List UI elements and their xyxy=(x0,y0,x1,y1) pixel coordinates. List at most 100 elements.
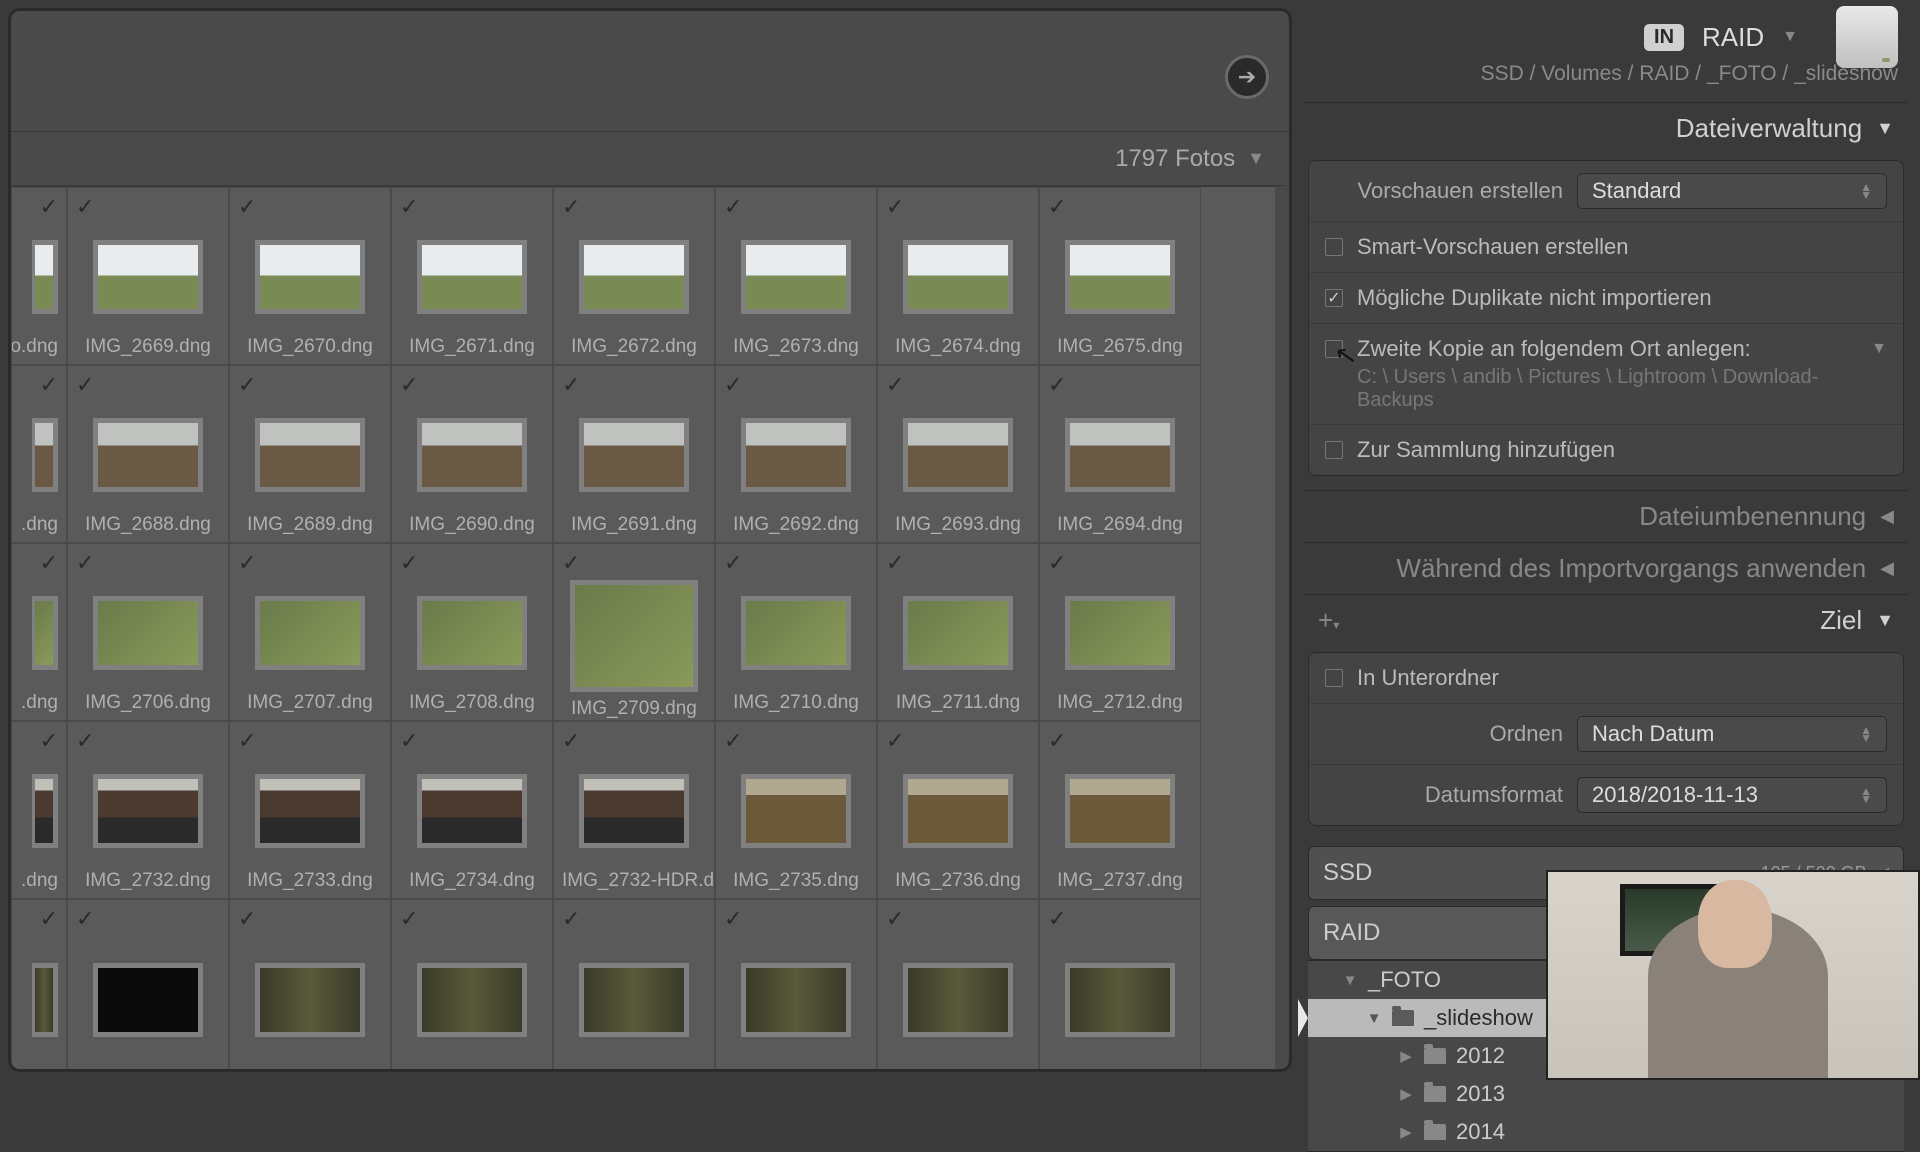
checkmark-icon[interactable]: ✓ xyxy=(238,372,382,398)
thumbnail-cell[interactable]: ✓ xyxy=(715,899,877,1069)
checkmark-icon[interactable]: ✓ xyxy=(238,194,382,220)
thumbnail-cell[interactable]: ✓ IMG_2735.dng xyxy=(715,721,877,899)
checkmark-icon[interactable]: ✓ xyxy=(76,194,220,220)
checkmark-icon[interactable]: ✓ xyxy=(562,906,706,932)
thumbnail-cell-partial[interactable]: ✓ no.dng xyxy=(11,187,67,365)
thumbnail-cell[interactable]: ✓ IMG_2690.dng xyxy=(391,365,553,543)
thumbnail-cell-partial[interactable]: ✓ .dng xyxy=(11,543,67,721)
checkmark-icon[interactable]: ✓ xyxy=(238,728,382,754)
checkmark-icon[interactable]: ✓ xyxy=(724,906,868,932)
thumbnail-cell-partial[interactable]: ✓ .dng xyxy=(11,721,67,899)
checkmark-icon[interactable]: ✓ xyxy=(76,372,220,398)
disclosure-triangle-icon[interactable]: ▶ xyxy=(1398,1085,1414,1103)
thumbnail-cell[interactable]: ✓ IMG_2711.dng xyxy=(877,543,1039,721)
section-file-renaming[interactable]: Dateiumbenennung ◀ xyxy=(1304,490,1908,542)
thumbnail-cell[interactable]: ✓ IMG_2671.dng xyxy=(391,187,553,365)
checkmark-icon[interactable]: ✓ xyxy=(400,728,544,754)
checkmark-icon[interactable]: ✓ xyxy=(1048,728,1192,754)
disclosure-triangle-icon[interactable]: ▶ xyxy=(1398,1123,1414,1141)
thumbnail-cell[interactable]: ✓ IMG_2712.dng xyxy=(1039,543,1201,721)
disclosure-triangle-icon[interactable]: ▼ xyxy=(1366,1010,1382,1027)
checkmark-icon[interactable]: ✓ xyxy=(562,550,706,576)
thumbnail-cell[interactable]: ✓ IMG_2736.dng xyxy=(877,721,1039,899)
thumbnail-cell[interactable]: ✓ IMG_2691.dng xyxy=(553,365,715,543)
checkmark-icon[interactable]: ✓ xyxy=(400,550,544,576)
checkmark-icon[interactable]: ✓ xyxy=(886,728,1030,754)
checkmark-icon[interactable]: ✓ xyxy=(76,550,220,576)
thumbnail-cell[interactable]: ✓ IMG_2670.dng xyxy=(229,187,391,365)
thumbnail-cell[interactable]: ✓ IMG_2694.dng xyxy=(1039,365,1201,543)
section-destination[interactable]: +▾ Ziel ▼ xyxy=(1304,594,1908,646)
thumbnail-cell[interactable]: ✓ IMG_2734.dng xyxy=(391,721,553,899)
thumbnail-cell[interactable]: ✓ IMG_2737.dng xyxy=(1039,721,1201,899)
checkmark-icon[interactable]: ✓ xyxy=(40,550,58,576)
checkmark-icon[interactable]: ✓ xyxy=(76,728,220,754)
thumbnail-cell[interactable]: ✓ IMG_2673.dng xyxy=(715,187,877,365)
thumbnail-cell[interactable]: ✓ IMG_2674.dng xyxy=(877,187,1039,365)
thumbnail-cell[interactable]: ✓ IMG_2709.dng xyxy=(553,543,715,721)
checkmark-icon[interactable]: ✓ xyxy=(724,728,868,754)
thumbnail-cell[interactable]: ✓ IMG_2708.dng xyxy=(391,543,553,721)
thumbnail-cell[interactable]: ✓ xyxy=(391,899,553,1069)
thumbnail-cell[interactable]: ✓ IMG_2672.dng xyxy=(553,187,715,365)
tree-folder-2014[interactable]: ▶ 2014 xyxy=(1308,1113,1904,1151)
thumbnail-cell[interactable]: ✓ IMG_2693.dng xyxy=(877,365,1039,543)
tree-folder-2013[interactable]: ▶ 2013 xyxy=(1308,1075,1904,1113)
second-copy-checkbox[interactable] xyxy=(1325,340,1343,358)
checkmark-icon[interactable]: ✓ xyxy=(238,550,382,576)
checkmark-icon[interactable]: ✓ xyxy=(886,372,1030,398)
thumbnail-cell[interactable]: ✓ xyxy=(553,899,715,1069)
checkmark-icon[interactable]: ✓ xyxy=(562,194,706,220)
add-icon[interactable]: +▾ xyxy=(1318,605,1339,636)
checkmark-icon[interactable]: ✓ xyxy=(724,372,868,398)
organize-select[interactable]: Nach Datum ▲▼ xyxy=(1577,716,1887,752)
checkmark-icon[interactable]: ✓ xyxy=(1048,906,1192,932)
checkmark-icon[interactable]: ✓ xyxy=(40,372,58,398)
add-to-collection-checkbox[interactable] xyxy=(1325,441,1343,459)
thumbnail-cell[interactable]: ✓ IMG_2710.dng xyxy=(715,543,877,721)
checkmark-icon[interactable]: ✓ xyxy=(886,906,1030,932)
thumbnail-cell[interactable]: ✓ IMG_2675.dng xyxy=(1039,187,1201,365)
thumbnail-cell[interactable]: ✓ xyxy=(229,899,391,1069)
checkmark-icon[interactable]: ✓ xyxy=(40,728,58,754)
checkmark-icon[interactable]: ✓ xyxy=(400,372,544,398)
checkmark-icon[interactable]: ✓ xyxy=(400,906,544,932)
checkmark-icon[interactable]: ✓ xyxy=(724,550,868,576)
thumbnail-cell[interactable]: ✓ xyxy=(877,899,1039,1069)
section-apply-during-import[interactable]: Während des Importvorgangs anwenden ◀ xyxy=(1304,542,1908,594)
thumbnail-cell[interactable]: ✓ IMG_2707.dng xyxy=(229,543,391,721)
next-arrow-button[interactable]: ➔ xyxy=(1225,55,1269,99)
build-previews-select[interactable]: Standard ▲▼ xyxy=(1577,173,1887,209)
thumbnail-cell[interactable]: ✓ IMG_2706.dng xyxy=(67,543,229,721)
checkmark-icon[interactable]: ✓ xyxy=(724,194,868,220)
no-duplicates-checkbox[interactable] xyxy=(1325,289,1343,307)
chevron-down-icon[interactable]: ▼ xyxy=(1247,148,1265,169)
checkmark-icon[interactable]: ✓ xyxy=(1048,372,1192,398)
thumbnail-cell[interactable]: ✓ xyxy=(1039,899,1201,1069)
checkmark-icon[interactable]: ✓ xyxy=(76,906,220,932)
checkmark-icon[interactable]: ✓ xyxy=(400,194,544,220)
dateformat-select[interactable]: 2018/2018-11-13 ▲▼ xyxy=(1577,777,1887,813)
checkmark-icon[interactable]: ✓ xyxy=(886,550,1030,576)
thumbnail-grid-scroll[interactable]: ✓ no.dng✓ IMG_2669.dng✓ IMG_2670.dng✓ IM… xyxy=(11,185,1289,1069)
thumbnail-cell-partial[interactable]: ✓ .dng xyxy=(11,365,67,543)
thumbnail-cell[interactable]: ✓ IMG_2692.dng xyxy=(715,365,877,543)
checkmark-icon[interactable]: ✓ xyxy=(40,194,58,220)
thumbnail-cell[interactable]: ✓ IMG_2733.dng xyxy=(229,721,391,899)
thumbnail-cell[interactable]: ✓ IMG_2669.dng xyxy=(67,187,229,365)
checkmark-icon[interactable]: ✓ xyxy=(1048,194,1192,220)
checkmark-icon[interactable]: ✓ xyxy=(886,194,1030,220)
thumbnail-cell-partial[interactable]: ✓ xyxy=(11,899,67,1069)
into-subfolder-checkbox[interactable] xyxy=(1325,669,1343,687)
chevron-down-icon[interactable]: ▼ xyxy=(1782,28,1798,46)
disclosure-triangle-icon[interactable]: ▶ xyxy=(1398,1047,1414,1065)
thumbnail-cell[interactable]: ✓ xyxy=(67,899,229,1069)
smart-previews-checkbox[interactable] xyxy=(1325,238,1343,256)
thumbnail-cell[interactable]: ✓ IMG_2732-HDR.dng xyxy=(553,721,715,899)
thumbnail-cell[interactable]: ✓ IMG_2689.dng xyxy=(229,365,391,543)
chevron-down-icon[interactable]: ▼ xyxy=(1871,340,1887,358)
checkmark-icon[interactable]: ✓ xyxy=(1048,550,1192,576)
volume-name[interactable]: RAID xyxy=(1702,22,1764,53)
thumbnail-cell[interactable]: ✓ IMG_2688.dng xyxy=(67,365,229,543)
checkmark-icon[interactable]: ✓ xyxy=(562,728,706,754)
